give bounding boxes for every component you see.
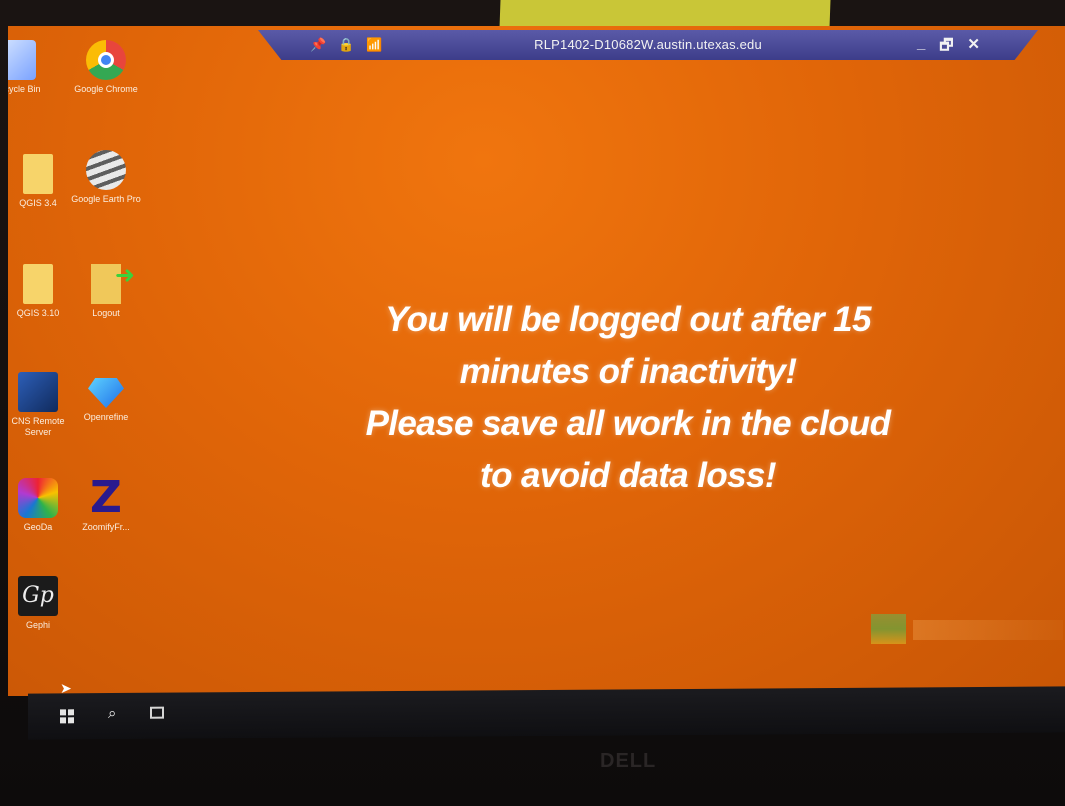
desktop-icon-label: Logout — [92, 308, 120, 318]
openrefine-icon — [88, 378, 124, 408]
search-icon[interactable]: ⌕ — [108, 705, 116, 722]
start-button[interactable] — [60, 709, 74, 724]
chrome-icon — [86, 40, 126, 80]
inactivity-warning-message: You will be logged out after 15 minutes … — [308, 294, 948, 502]
recycle-bin-icon — [8, 40, 36, 80]
sticky-note — [499, 0, 831, 28]
desktop-icon-label: Openrefine — [83, 412, 129, 422]
desktop-icon-label: ecycle Bin — [8, 84, 41, 94]
desktop-icon-cns-remote-server[interactable]: CNS Remote Server — [8, 372, 74, 438]
desktop-icon-geoda[interactable]: GeoDa — [8, 478, 74, 533]
zoomify-icon: Z — [90, 472, 122, 523]
folder-icon — [23, 264, 53, 304]
google-earth-icon — [86, 150, 126, 190]
desktop-icon-google-earth-pro[interactable]: Google Earth Pro — [70, 150, 142, 205]
desktop-icon-label: Gephi — [25, 620, 51, 630]
message-line: Please save all work in the cloud — [365, 404, 891, 443]
remote-connection-bar[interactable]: 📌 🔒 📶 RLP1402-D10682W.austin.utexas.edu … — [258, 30, 1038, 60]
university-logo-text — [913, 620, 1063, 640]
remote-desktop: 📌 🔒 📶 RLP1402-D10682W.austin.utexas.edu … — [8, 26, 1065, 696]
desktop-icon-zoomify[interactable]: Z ZoomifyFr... — [70, 472, 142, 533]
monitor-brand-logo: DELL — [600, 750, 657, 772]
message-line: You will be logged out after 15 — [385, 300, 871, 339]
message-line: minutes of inactivity! — [459, 352, 797, 391]
taskbar: ⌕ — [28, 686, 1065, 740]
remote-server-icon — [18, 372, 58, 412]
university-logo — [871, 614, 906, 644]
desktop-icon-label: CNS Remote Server — [11, 416, 65, 437]
message-line: to avoid data loss! — [480, 456, 776, 495]
monitor-frame: 📌 🔒 📶 RLP1402-D10682W.austin.utexas.edu … — [0, 0, 1065, 806]
geoda-icon — [18, 478, 58, 518]
minimize-button[interactable]: _ — [917, 35, 925, 60]
desktop-icon-google-chrome[interactable]: Google Chrome — [70, 40, 142, 95]
desktop-icon-logout[interactable]: Logout — [70, 264, 142, 319]
desktop-icon-qgis-3-10[interactable]: QGIS 3.10 — [8, 264, 74, 319]
logout-icon — [91, 264, 135, 304]
desktop-icon-label: QGIS 3.10 — [16, 308, 60, 318]
gephi-icon: Gp — [18, 576, 58, 616]
desktop-icon-openrefine[interactable]: Openrefine — [70, 378, 142, 423]
desktop-icon-label: GeoDa — [23, 522, 53, 532]
close-button[interactable]: ✕ — [967, 35, 980, 60]
desktop-icon-label: Google Chrome — [74, 84, 138, 94]
desktop-icon-recycle-bin[interactable]: ecycle Bin — [8, 40, 56, 95]
restore-button[interactable]: 🗗 — [939, 35, 953, 60]
task-view-icon[interactable] — [150, 706, 164, 719]
desktop-icon-label: Google Earth Pro — [71, 194, 141, 204]
folder-icon — [23, 154, 53, 194]
desktop-icon-qgis-3-4[interactable]: QGIS 3.4 — [8, 154, 74, 209]
desktop-icon-label: ZoomifyFr... — [82, 522, 130, 532]
desktop-icon-gephi[interactable]: Gp Gephi — [8, 576, 74, 631]
desktop-icon-label: QGIS 3.4 — [19, 198, 57, 208]
